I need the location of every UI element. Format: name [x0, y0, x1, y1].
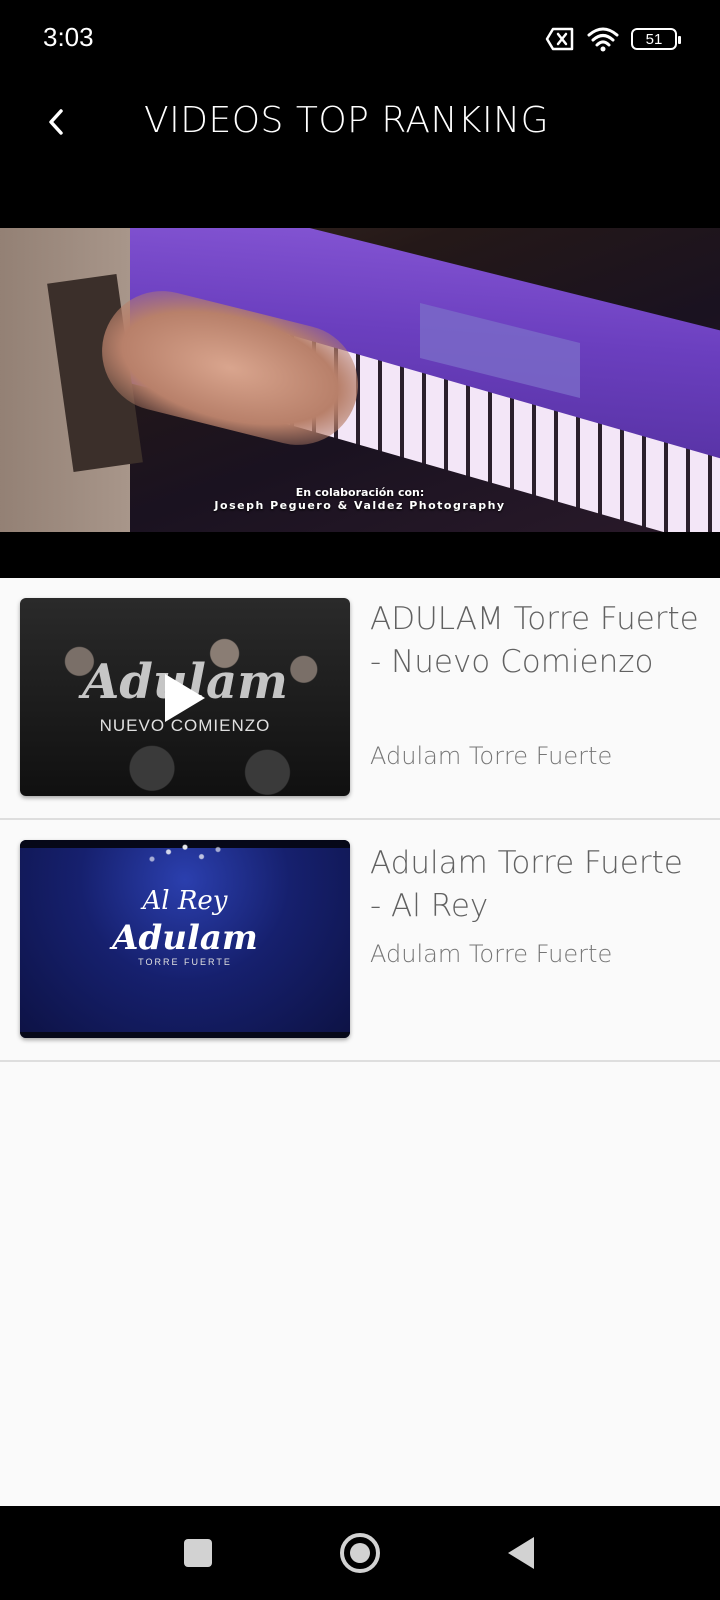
screen: 3:03 51 VIDEOS TOP RANKING En colaboraci… [0, 0, 720, 1600]
navigation-bar [0, 1506, 720, 1600]
app-bar: VIDEOS TOP RANKING [0, 78, 720, 228]
list-item[interactable]: Adulam NUEVO COMIENZO ADULAM Torre Fuert… [0, 578, 720, 820]
hero-video-player[interactable]: En colaboración con: Joseph Peguero & Va… [0, 228, 720, 532]
hero-caption: En colaboración con: Joseph Peguero & Va… [190, 486, 530, 512]
video-thumbnail[interactable]: Adulam NUEVO COMIENZO [20, 598, 350, 796]
nav-recent-icon[interactable] [184, 1539, 212, 1567]
status-bar: 3:03 51 [0, 0, 720, 78]
hero-caption-line2: Joseph Peguero & Valdez Photography [214, 499, 506, 512]
thumbnail-logo: Adulam [112, 918, 258, 958]
video-list: Adulam NUEVO COMIENZO ADULAM Torre Fuert… [0, 578, 720, 1506]
list-item[interactable]: Al Rey Adulam TORRE FUERTE Adulam Torre … [0, 820, 720, 1062]
wifi-icon [587, 27, 619, 52]
video-channel: Adulam Torre Fuerte [370, 742, 613, 770]
thumbnail-letterbox-bottom [20, 1032, 350, 1038]
video-channel: Adulam Torre Fuerte [370, 940, 613, 968]
nav-back-icon[interactable] [508, 1537, 534, 1569]
video-title: Adulam Torre Fuerte - Al Rey [370, 845, 683, 924]
thumbnail-subtitle: TORRE FUERTE [138, 957, 232, 967]
nav-home-icon[interactable] [340, 1533, 380, 1573]
back-arrow-icon [49, 109, 63, 135]
page-title: VIDEOS TOP RANKING [144, 100, 549, 141]
nav-home-dot [350, 1543, 370, 1563]
sim-off-icon [545, 27, 574, 51]
status-time: 3:03 [43, 22, 94, 52]
play-icon[interactable] [165, 674, 205, 722]
hero-caption-line1: En colaboración con: [295, 486, 425, 499]
thumbnail-script-title: Al Rey [142, 886, 228, 916]
status-icons: 51 [545, 24, 681, 54]
back-button[interactable] [34, 100, 78, 144]
video-thumbnail[interactable]: Al Rey Adulam TORRE FUERTE [20, 840, 350, 1038]
video-title: ADULAM Torre Fuerte - Nuevo Comienzo [370, 601, 699, 680]
battery-icon: 51 [631, 28, 681, 50]
